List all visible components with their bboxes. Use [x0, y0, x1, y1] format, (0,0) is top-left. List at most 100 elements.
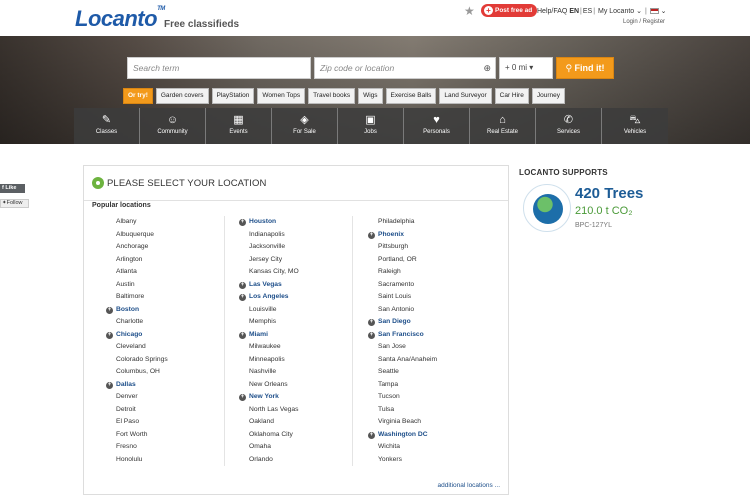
location-link[interactable]: San Antonio: [368, 304, 437, 317]
location-link[interactable]: + Phoenix: [368, 229, 437, 242]
location-link[interactable]: Tampa: [368, 379, 437, 392]
suggestion-chip[interactable]: Women Tops: [257, 88, 306, 104]
location-link[interactable]: Milwaukee: [239, 341, 299, 354]
column-divider: [352, 216, 353, 466]
location-link[interactable]: + Washington DC: [368, 429, 437, 442]
category-real-estate[interactable]: ⌂ Real Estate: [470, 108, 536, 144]
location-link[interactable]: Colorado Springs: [106, 354, 168, 367]
category-vehicles[interactable]: ⛍ Vehicles: [602, 108, 668, 144]
category-community[interactable]: ☺ Community: [140, 108, 206, 144]
suggestion-chip[interactable]: Journey: [531, 88, 565, 104]
flag-icon[interactable]: [649, 8, 659, 15]
location-link[interactable]: Jersey City: [239, 254, 299, 267]
location-link[interactable]: Santa Ana/Anaheim: [368, 354, 437, 367]
location-link[interactable]: Seattle: [368, 366, 437, 379]
help-faq-link[interactable]: Help/FAQ: [537, 8, 567, 15]
location-link[interactable]: Fort Worth: [106, 429, 168, 442]
location-link[interactable]: Jacksonville: [239, 241, 299, 254]
category-classes[interactable]: ✎ Classes: [74, 108, 140, 144]
category-events[interactable]: ▦ Events: [206, 108, 272, 144]
location-link[interactable]: + New York: [239, 391, 299, 404]
location-link[interactable]: Anchorage: [106, 241, 168, 254]
lang-en-link[interactable]: EN: [569, 8, 579, 15]
location-link[interactable]: Atlanta: [106, 266, 168, 279]
distance-select[interactable]: + 0 mi ▾: [499, 57, 553, 79]
blue-planet-certificate-badge[interactable]: [523, 184, 571, 232]
location-link[interactable]: North Las Vegas: [239, 404, 299, 417]
location-name: Milwaukee: [249, 343, 281, 350]
location-input[interactable]: Zip code or location ⊕: [314, 57, 496, 79]
location-link[interactable]: San Jose: [368, 341, 437, 354]
location-link[interactable]: Oakland: [239, 416, 299, 429]
category-personals[interactable]: ♥ Personals: [404, 108, 470, 144]
location-link[interactable]: Portland, OR: [368, 254, 437, 267]
suggestion-chip[interactable]: Car Hire: [494, 88, 529, 104]
category-services[interactable]: ✆ Services: [536, 108, 602, 144]
location-link[interactable]: + San Diego: [368, 316, 437, 329]
location-link[interactable]: Detroit: [106, 404, 168, 417]
location-link[interactable]: Raleigh: [368, 266, 437, 279]
suggestion-chip[interactable]: PlayStation: [211, 88, 255, 104]
favorite-star-icon[interactable]: ★: [464, 4, 475, 18]
location-link[interactable]: Honolulu: [106, 454, 168, 467]
location-link[interactable]: Albuquerque: [106, 229, 168, 242]
location-link[interactable]: + Houston: [239, 216, 299, 229]
location-link[interactable]: Fresno: [106, 441, 168, 454]
search-term-input[interactable]: Search term: [127, 57, 311, 79]
location-link[interactable]: Sacramento: [368, 279, 437, 292]
suggestion-chip[interactable]: Wigs: [358, 88, 383, 104]
location-link[interactable]: Arlington: [106, 254, 168, 267]
location-link[interactable]: Omaha: [239, 441, 299, 454]
location-link[interactable]: Baltimore: [106, 291, 168, 304]
location-link[interactable]: Nashville: [239, 366, 299, 379]
login-register-link[interactable]: Login / Register: [623, 19, 665, 25]
suggestion-chip[interactable]: Exercise Balls: [385, 88, 437, 104]
plus-circle-icon: +: [106, 306, 113, 314]
location-link[interactable]: Austin: [106, 279, 168, 292]
location-link[interactable]: + Chicago: [106, 329, 168, 342]
location-link[interactable]: Indianapolis: [239, 229, 299, 242]
location-link[interactable]: Wichita: [368, 441, 437, 454]
my-locanto-link[interactable]: My Locanto: [598, 8, 634, 15]
location-link[interactable]: Louisville: [239, 304, 299, 317]
additional-locations-link[interactable]: additional locations ...: [437, 482, 500, 489]
location-link[interactable]: Columbus, OH: [106, 366, 168, 379]
location-link[interactable]: Charlotte: [106, 316, 168, 329]
facebook-like-button[interactable]: f Like: [0, 184, 25, 193]
suggestion-chip[interactable]: Garden covers: [155, 88, 209, 104]
location-link[interactable]: Yonkers: [368, 454, 437, 467]
location-link[interactable]: El Paso: [106, 416, 168, 429]
location-link[interactable]: Kansas City, MO: [239, 266, 299, 279]
location-link[interactable]: Saint Louis: [368, 291, 437, 304]
location-link[interactable]: Cleveland: [106, 341, 168, 354]
car-icon: ⛍: [629, 114, 641, 126]
location-link[interactable]: + Las Vegas: [239, 279, 299, 292]
location-link[interactable]: Memphis: [239, 316, 299, 329]
category-for-sale[interactable]: ◈ For Sale: [272, 108, 338, 144]
location-link[interactable]: + Boston: [106, 304, 168, 317]
location-link[interactable]: Tucson: [368, 391, 437, 404]
post-free-ad-button[interactable]: + Post free ad: [481, 4, 538, 17]
location-link[interactable]: + Los Angeles: [239, 291, 299, 304]
location-link[interactable]: + San Francisco: [368, 329, 437, 342]
category-jobs[interactable]: ▣ Jobs: [338, 108, 404, 144]
location-link[interactable]: New Orleans: [239, 379, 299, 392]
location-link[interactable]: + Miami: [239, 329, 299, 342]
location-link[interactable]: Albany: [106, 216, 168, 229]
location-link[interactable]: Virginia Beach: [368, 416, 437, 429]
location-link[interactable]: Orlando: [239, 454, 299, 467]
lang-es-link[interactable]: ES: [583, 8, 592, 15]
suggestion-chip[interactable]: Land Surveyor: [439, 88, 492, 104]
location-link[interactable]: Pittsburgh: [368, 241, 437, 254]
suggestion-chip[interactable]: Travel books: [308, 88, 356, 104]
locate-icon[interactable]: ⊕: [483, 58, 491, 78]
location-link[interactable]: Oklahoma City: [239, 429, 299, 442]
find-it-button[interactable]: ⚲ Find it!: [556, 57, 614, 79]
locanto-logo[interactable]: LocantoTM: [75, 6, 165, 32]
location-link[interactable]: + Dallas: [106, 379, 168, 392]
location-link[interactable]: Tulsa: [368, 404, 437, 417]
location-link[interactable]: Denver: [106, 391, 168, 404]
twitter-follow-button[interactable]: ✦Follow: [0, 199, 29, 208]
location-link[interactable]: Minneapolis: [239, 354, 299, 367]
location-link[interactable]: Philadelphia: [368, 216, 437, 229]
